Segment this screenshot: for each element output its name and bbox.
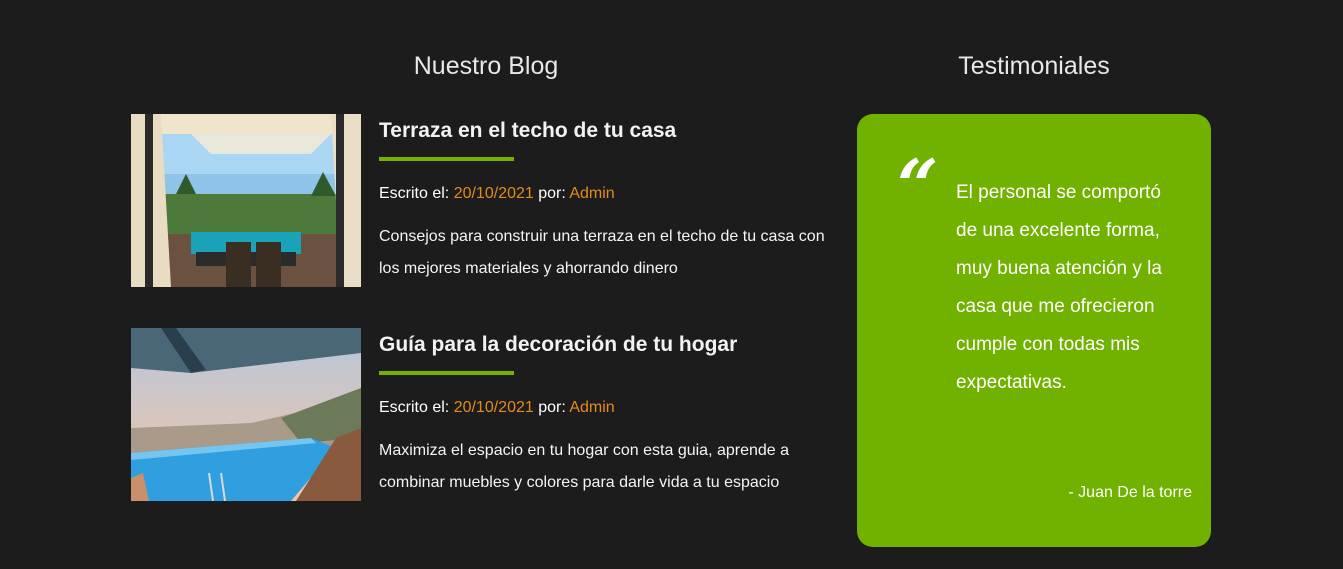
post-author[interactable]: Admin bbox=[569, 399, 614, 416]
post-date[interactable]: 20/10/2021 bbox=[454, 185, 534, 202]
testimonial-author: - Juan De la torre bbox=[1068, 484, 1192, 501]
testimonials-title: Testimoniales bbox=[958, 52, 1110, 80]
rooftop-terrace-photo bbox=[131, 114, 361, 287]
blog-title: Nuestro Blog bbox=[413, 52, 559, 80]
post-meta: Escrito el: 20/10/2021 por: Admin bbox=[379, 397, 849, 419]
testimonial-quote: El personal se comportó de una excelente… bbox=[956, 182, 1162, 393]
post-date[interactable]: 20/10/2021 bbox=[454, 399, 534, 416]
post-author[interactable]: Admin bbox=[569, 185, 614, 202]
meta-written-label: Escrito el: bbox=[379, 185, 454, 202]
post-meta: Escrito el: 20/10/2021 por: Admin bbox=[379, 183, 849, 205]
title-underline bbox=[379, 157, 514, 161]
post-excerpt: Maximiza el espacio en tu hogar con esta… bbox=[379, 442, 790, 491]
post-title[interactable]: Guía para la decoración de tu hogar bbox=[379, 328, 849, 362]
quote-icon: “ bbox=[897, 143, 939, 228]
testimonial-card: “ El personal se comportó de una excelen… bbox=[857, 114, 1211, 547]
title-underline bbox=[379, 371, 514, 375]
post-thumbnail-infinity-pool[interactable] bbox=[131, 328, 361, 501]
infinity-pool-photo bbox=[131, 328, 361, 501]
meta-by-label: por: bbox=[533, 399, 570, 416]
post-title[interactable]: Terraza en el techo de tu casa bbox=[379, 114, 849, 148]
blog-post: Terraza en el techo de tu casa Escrito e… bbox=[131, 114, 841, 287]
blog-post: Guía para la decoración de tu hogar Escr… bbox=[131, 328, 841, 501]
post-excerpt: Consejos para construir una terraza en e… bbox=[379, 228, 825, 277]
post-thumbnail-rooftop-terrace[interactable] bbox=[131, 114, 361, 287]
meta-written-label: Escrito el: bbox=[379, 399, 454, 416]
meta-by-label: por: bbox=[533, 185, 570, 202]
